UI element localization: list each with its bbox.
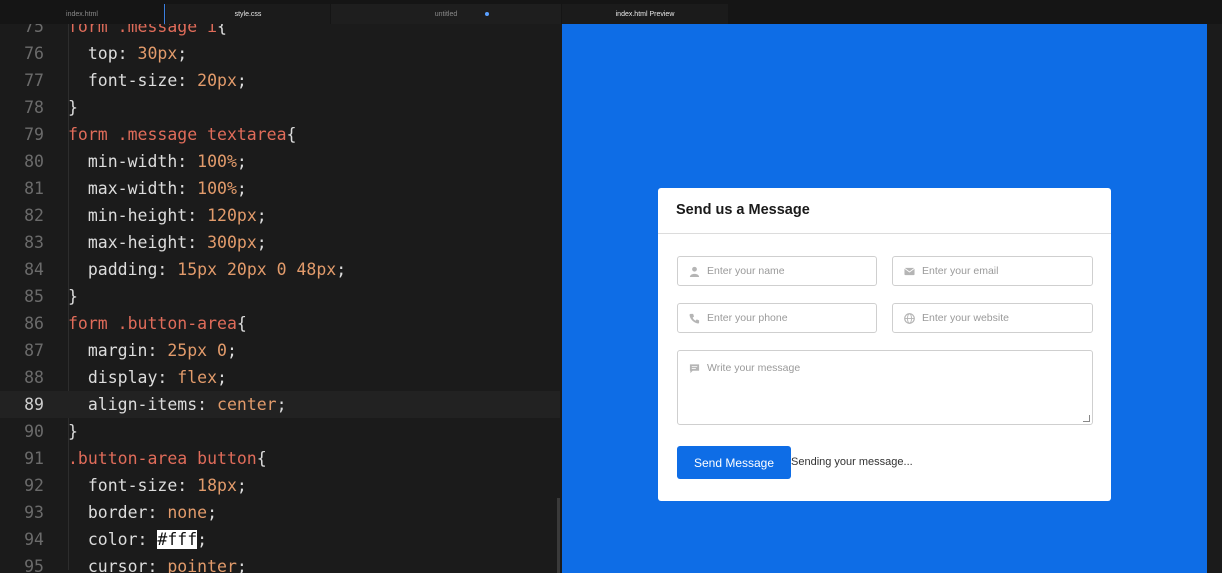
line-number: 77 bbox=[24, 71, 44, 90]
code-line[interactable]: 78} bbox=[0, 94, 560, 121]
tab-style-css[interactable]: style.css bbox=[166, 4, 330, 24]
unsaved-dot-icon bbox=[485, 12, 489, 16]
line-number: 82 bbox=[24, 206, 44, 225]
line-number: 92 bbox=[24, 476, 44, 495]
card-title: Send us a Message bbox=[676, 202, 810, 218]
globe-icon bbox=[904, 313, 915, 324]
tab-label: index.html bbox=[66, 10, 98, 18]
line-number: 95 bbox=[24, 557, 44, 573]
tab-untitled[interactable]: untitled bbox=[331, 4, 561, 24]
line-number: 80 bbox=[24, 152, 44, 171]
code-text: max-height: 300px; bbox=[68, 233, 267, 252]
code-text: form .message textarea{ bbox=[68, 125, 297, 144]
tab-preview[interactable]: index.html Preview bbox=[562, 4, 728, 24]
line-number: 90 bbox=[24, 422, 44, 441]
code-line[interactable]: 88 display: flex; bbox=[0, 364, 560, 391]
code-text: margin: 25px 0; bbox=[68, 341, 237, 360]
line-number: 87 bbox=[24, 341, 44, 360]
code-line[interactable]: 91 .button-area button{ bbox=[0, 445, 560, 472]
divider bbox=[658, 233, 1111, 234]
code-line[interactable]: 93 border: none; bbox=[0, 499, 560, 526]
code-text: padding: 15px 20px 0 48px; bbox=[68, 260, 347, 279]
envelope-icon bbox=[904, 267, 915, 276]
code-text: } bbox=[68, 422, 78, 441]
status-text: Sending your message... bbox=[791, 456, 913, 468]
code-text: font-size: 18px; bbox=[68, 476, 247, 495]
line-number: 85 bbox=[24, 287, 44, 306]
line-number: 76 bbox=[24, 44, 44, 63]
line-number: 79 bbox=[24, 125, 44, 144]
line-number: 94 bbox=[24, 530, 44, 549]
code-text: border: none; bbox=[68, 503, 218, 522]
code-text: .button-area button{ bbox=[68, 449, 267, 468]
line-number: 91 bbox=[24, 449, 44, 468]
code-line[interactable]: 81 max-width: 100%; bbox=[0, 175, 560, 202]
phone-placeholder: Enter your phone bbox=[707, 312, 788, 324]
contact-card: Send us a Message Enter your name Enter … bbox=[658, 188, 1111, 501]
code-text: form .message i{ bbox=[68, 24, 227, 36]
code-text: font-size: 20px; bbox=[68, 71, 247, 90]
code-line[interactable]: 92 font-size: 18px; bbox=[0, 472, 560, 499]
phone-icon bbox=[689, 313, 700, 324]
line-number: 75 bbox=[24, 24, 44, 36]
code-editor[interactable]: 75 form .message i{76 top: 30px; 77 font-s… bbox=[0, 24, 560, 573]
editor-scrollbar[interactable] bbox=[557, 498, 560, 573]
line-number: 81 bbox=[24, 179, 44, 198]
code-text: top: 30px; bbox=[68, 44, 188, 63]
tab-index-html[interactable]: index.html bbox=[0, 4, 165, 24]
user-icon bbox=[689, 266, 700, 277]
code-text: form .button-area{ bbox=[68, 314, 247, 333]
line-number: 93 bbox=[24, 503, 44, 522]
send-message-button[interactable]: Send Message bbox=[677, 446, 791, 479]
code-text: align-items: center; bbox=[68, 395, 287, 414]
resize-handle-icon[interactable] bbox=[1083, 415, 1090, 422]
code-line[interactable]: 80 min-width: 100%; bbox=[0, 148, 560, 175]
line-number: 86 bbox=[24, 314, 44, 333]
name-placeholder: Enter your name bbox=[707, 265, 785, 277]
code-line[interactable]: 89 align-items: center; bbox=[0, 391, 560, 418]
code-text: } bbox=[68, 98, 78, 117]
tab-bar: index.html style.css untitled index.html… bbox=[0, 0, 1222, 24]
message-textarea[interactable]: Write your message bbox=[677, 350, 1093, 425]
code-line[interactable]: 94 color: #fff; bbox=[0, 526, 560, 553]
email-field[interactable]: Enter your email bbox=[892, 256, 1093, 286]
code-line[interactable]: 79 form .message textarea{ bbox=[0, 121, 560, 148]
code-text: min-height: 120px; bbox=[68, 206, 267, 225]
line-number: 78 bbox=[24, 98, 44, 117]
code-line[interactable]: 77 font-size: 20px; bbox=[0, 67, 560, 94]
code-line[interactable]: 84 padding: 15px 20px 0 48px; bbox=[0, 256, 560, 283]
code-line[interactable]: 82 min-height: 120px; bbox=[0, 202, 560, 229]
line-number: 88 bbox=[24, 368, 44, 387]
code-line[interactable]: 75 form .message i{ bbox=[0, 24, 560, 40]
code-text: max-width: 100%; bbox=[68, 179, 247, 198]
tab-label: style.css bbox=[234, 10, 262, 18]
tab-label: untitled bbox=[434, 10, 458, 18]
preview-pane: Send us a Message Enter your name Enter … bbox=[562, 24, 1207, 573]
code-text: } bbox=[68, 287, 78, 306]
line-number: 83 bbox=[24, 233, 44, 252]
website-field[interactable]: Enter your website bbox=[892, 303, 1093, 333]
code-text: min-width: 100%; bbox=[68, 152, 247, 171]
message-placeholder: Write your message bbox=[707, 362, 801, 374]
code-line[interactable]: 85} bbox=[0, 283, 560, 310]
code-line[interactable]: 87 margin: 25px 0; bbox=[0, 337, 560, 364]
code-line[interactable]: 86 form .button-area{ bbox=[0, 310, 560, 337]
line-number: 84 bbox=[24, 260, 44, 279]
code-text: display: flex; bbox=[68, 368, 227, 387]
code-line[interactable]: 90} bbox=[0, 418, 560, 445]
comment-icon bbox=[689, 364, 700, 374]
code-line[interactable]: 76 top: 30px; bbox=[0, 40, 560, 67]
code-text: cursor: pointer; bbox=[68, 557, 247, 573]
window-edge bbox=[1207, 24, 1222, 573]
code-line[interactable]: 83 max-height: 300px; bbox=[0, 229, 560, 256]
email-placeholder: Enter your email bbox=[922, 265, 999, 277]
name-field[interactable]: Enter your name bbox=[677, 256, 877, 286]
code-line[interactable]: 95 cursor: pointer; bbox=[0, 553, 560, 573]
line-number: 89 bbox=[24, 395, 44, 414]
website-placeholder: Enter your website bbox=[922, 312, 1009, 324]
phone-field[interactable]: Enter your phone bbox=[677, 303, 877, 333]
code-text: color: #fff; bbox=[68, 530, 208, 549]
tab-label: index.html Preview bbox=[615, 10, 675, 18]
